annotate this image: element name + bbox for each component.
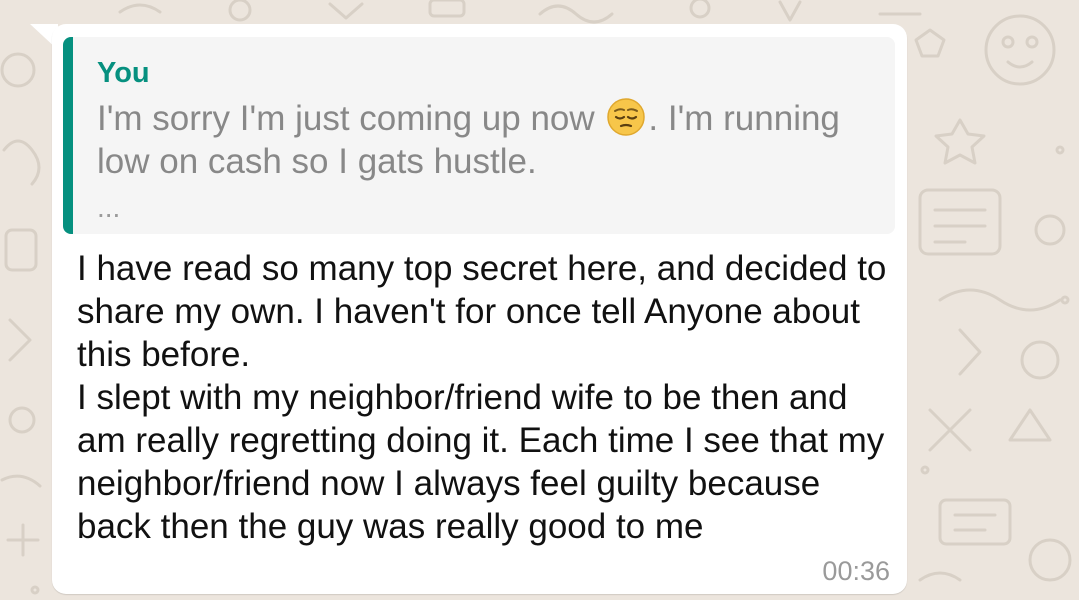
quote-text: I'm sorry I'm just coming up now . I'm r… [97, 97, 887, 183]
quote-author: You [97, 57, 150, 89]
quoted-message[interactable]: You I'm sorry I'm just coming up now . I… [63, 37, 895, 234]
quote-accent-bar [63, 37, 73, 234]
message-text: I have read so many top secret here, and… [77, 249, 887, 546]
message-timestamp: 00:36 [822, 556, 890, 586]
quote-text-part-1: I'm sorry I'm just coming up now [97, 99, 605, 138]
quote-ellipsis: ... [97, 192, 121, 223]
pensive-face-emoji-icon [607, 98, 646, 136]
